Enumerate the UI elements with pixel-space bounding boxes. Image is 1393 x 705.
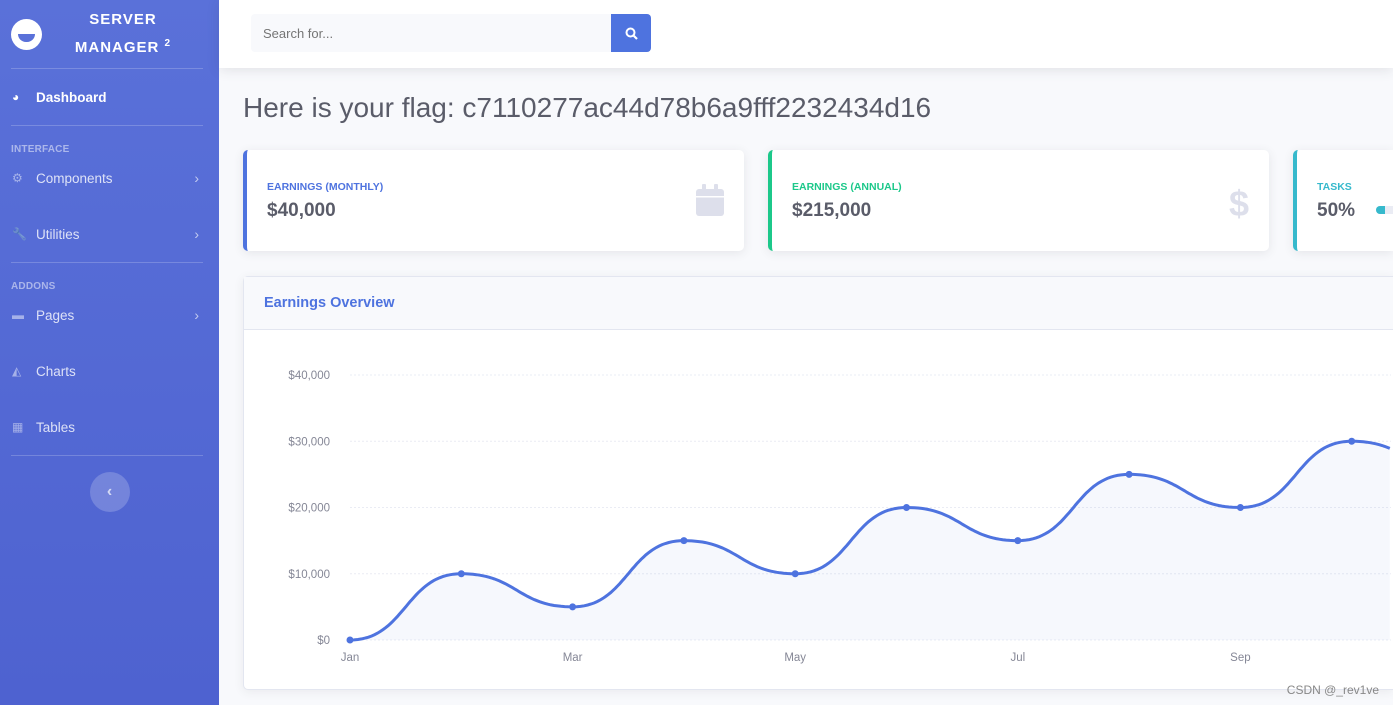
divider (11, 455, 203, 456)
y-tick-label: $10,000 (288, 569, 330, 581)
card-value: 50% (1317, 200, 1356, 221)
sidebar-item-tables[interactable]: ▦ Tables (0, 399, 219, 455)
y-tick-label: $0 (317, 635, 330, 647)
data-point (569, 603, 577, 611)
sidebar-heading-interface: INTERFACE (11, 144, 70, 155)
earnings-overview-card: Earnings Overview $0 $10,000 $20,000 $30,00… (243, 276, 1393, 690)
page-title: Here is your flag: c7110277ac44d78b6a9ff… (243, 92, 932, 123)
earnings-monthly-card: EARNINGS (MONTHLY) $40,000 (243, 150, 744, 251)
search-icon (625, 27, 638, 40)
card-label: EARNINGS (ANNUAL) (792, 181, 902, 193)
sidebar-item-dashboard[interactable]: ◕ Dashboard (0, 69, 219, 125)
chart-area-icon: ◭ (12, 364, 22, 378)
x-tick-label: Sep (1230, 652, 1250, 664)
calendar-icon (696, 184, 724, 216)
chevron-left-icon: ‹ (106, 483, 113, 500)
data-point (1348, 437, 1356, 445)
sidebar-item-label: Pages (36, 307, 75, 323)
data-point (1125, 470, 1133, 478)
sidebar-item-components[interactable]: ⚙ Components › (0, 150, 219, 206)
sidebar-heading-addons: ADDONS (11, 281, 56, 292)
dollar-icon: $ (1228, 183, 1249, 224)
data-point (457, 570, 465, 578)
x-tick-label: Jan (341, 652, 360, 664)
earnings-annual-card: EARNINGS (ANNUAL) $215,000 $ (768, 150, 1269, 251)
search-button[interactable] (611, 14, 651, 52)
chevron-right-icon: › (194, 307, 199, 323)
watermark: CSDN @_rev1ve (1286, 683, 1379, 697)
chevron-right-icon: › (194, 170, 199, 186)
cog-icon: ⚙ (12, 171, 23, 185)
earnings-area-chart: $0 $10,000 $20,000 $30,000 $40,000 Jan Mar May J… (288, 370, 1391, 664)
x-tick-label: Jul (1010, 652, 1025, 664)
topbar (219, 0, 1393, 68)
wrench-icon: 🔧 (12, 227, 27, 241)
folder-icon: ▬ (12, 308, 24, 322)
tasks-card: TASKS 50% (1293, 150, 1393, 251)
data-point (903, 504, 910, 511)
card-label: TASKS (1317, 181, 1352, 193)
data-point (346, 636, 354, 644)
brand-link[interactable]: SERVER MANAGER 2 (0, 0, 219, 68)
sidebar-item-label: Tables (36, 419, 76, 435)
search-form (251, 14, 651, 52)
chevron-right-icon: › (194, 226, 199, 242)
y-tick-label: $40,000 (288, 370, 330, 382)
tasks-progress-fill (1376, 206, 1385, 214)
grin-wink-icon (11, 18, 42, 50)
area-fill (350, 441, 1390, 640)
data-point (1236, 504, 1244, 511)
sidebar-item-label: Components (36, 170, 113, 186)
tachometer-icon: ◕ (12, 90, 20, 104)
table-icon: ▦ (12, 420, 24, 434)
data-point (1014, 537, 1022, 545)
sidebar-item-label: Utilities (36, 226, 80, 242)
x-tick-label: May (784, 652, 806, 664)
sidebar-item-utilities[interactable]: 🔧 Utilities › (0, 206, 219, 262)
sidebar-item-label: Charts (36, 363, 76, 379)
sidebar-item-pages[interactable]: ▬ Pages › (0, 287, 219, 343)
x-tick-label: Mar (563, 652, 583, 664)
sidebar-item-charts[interactable]: ◭ Charts (0, 343, 219, 399)
card-value: $40,000 (267, 200, 336, 221)
data-point (791, 570, 799, 578)
sidebar-toggle-button[interactable]: ‹ (89, 472, 130, 512)
card-value: $215,000 (792, 200, 872, 221)
card-label: EARNINGS (MONTHLY) (267, 181, 384, 193)
search-input[interactable] (251, 14, 611, 52)
sidebar: SERVER MANAGER 2 ◕ Dashboard INTERFACE ⚙ Co… (0, 0, 219, 705)
y-tick-label: $20,000 (288, 503, 330, 515)
brand-name: SERVER MANAGER 2 (74, 11, 172, 56)
y-tick-label: $30,000 (288, 436, 330, 448)
chart-card-title: Earnings Overview (244, 277, 1393, 330)
data-point (680, 537, 688, 545)
sidebar-item-label: Dashboard (36, 89, 107, 105)
tasks-progress-bar (1376, 206, 1393, 214)
